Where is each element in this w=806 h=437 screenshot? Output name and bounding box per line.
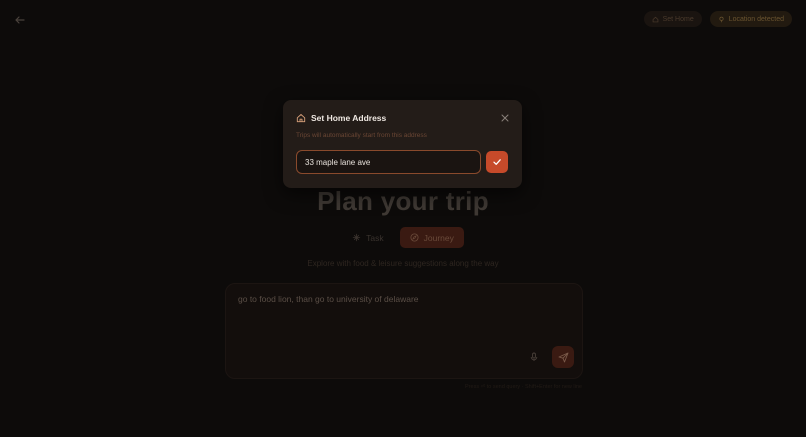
mode-switcher: Task Journey xyxy=(0,227,806,248)
page-title: Plan your trip xyxy=(317,186,489,216)
tab-task-label: Task xyxy=(366,232,384,243)
set-home-button[interactable]: Set Home xyxy=(643,11,702,27)
close-icon xyxy=(501,114,509,122)
microphone-icon xyxy=(530,352,538,361)
arrow-left-icon xyxy=(15,16,25,24)
compass-icon xyxy=(410,233,419,242)
back-button[interactable] xyxy=(11,11,29,29)
voice-input-button[interactable] xyxy=(524,347,544,367)
home-address-input[interactable] xyxy=(296,150,481,174)
set-home-dialog: Set Home Address Trips will automaticall… xyxy=(283,100,522,188)
location-pin-icon xyxy=(719,16,724,22)
header-actions: Set Home Location detected xyxy=(643,11,792,27)
send-icon xyxy=(558,352,568,362)
location-label: Location detected xyxy=(728,15,784,23)
dialog-header: Set Home Address xyxy=(296,113,386,123)
dialog-title: Set Home Address xyxy=(311,113,387,123)
set-home-label: Set Home xyxy=(662,15,694,23)
location-badge[interactable]: Location detected xyxy=(709,11,792,27)
tab-journey[interactable]: Journey xyxy=(399,227,464,248)
sparkle-icon xyxy=(353,233,361,242)
send-button[interactable] xyxy=(552,346,574,368)
dialog-subtitle: Trips will automatically start from this… xyxy=(296,132,427,139)
query-composer[interactable]: go to food lion, than go to university o… xyxy=(225,283,583,379)
close-button[interactable] xyxy=(500,113,510,123)
home-icon xyxy=(652,16,658,22)
query-input[interactable]: go to food lion, than go to university o… xyxy=(238,294,419,304)
tab-task[interactable]: Task xyxy=(342,227,393,248)
home-icon xyxy=(296,114,306,123)
tab-journey-label: Journey xyxy=(423,232,454,243)
composer-footer-note: Press ⏎ to send query · Shift+Enter for … xyxy=(465,384,582,390)
check-icon xyxy=(493,159,501,165)
confirm-button[interactable] xyxy=(486,151,508,173)
mode-hint: Explore with food & leisure suggestions … xyxy=(307,259,499,268)
